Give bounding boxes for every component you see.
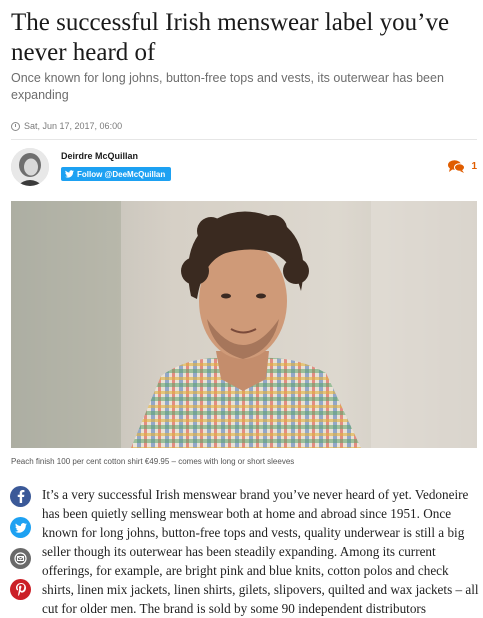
comments-link[interactable]: 1 (448, 160, 477, 173)
article-headline: The successful Irish menswear label you’… (11, 9, 450, 66)
twitter-bird-icon (65, 170, 74, 178)
article-body-paragraph: It’s a very successful Irish menswear br… (42, 487, 479, 616)
follow-twitter-button[interactable]: Follow @DeeMcQuillan (61, 167, 172, 181)
author-avatar[interactable] (11, 148, 49, 186)
photo-caption: Peach finish 100 per cent cotton shirt €… (11, 457, 295, 466)
facebook-share-button[interactable] (10, 486, 31, 507)
comments-icon (448, 160, 466, 173)
divider (11, 139, 477, 140)
twitter-icon (14, 522, 27, 533)
twitter-share-button[interactable] (10, 517, 31, 538)
author-name[interactable]: Deirdre McQuillan (61, 151, 138, 161)
pinterest-share-button[interactable] (10, 579, 31, 600)
comment-count: 1 (471, 161, 477, 172)
publish-date: Sat, Jun 17, 2017, 06:00 (11, 121, 122, 131)
follow-button-label: Follow @DeeMcQuillan (77, 169, 166, 179)
email-share-button[interactable] (10, 548, 31, 569)
share-bar (10, 486, 32, 610)
email-icon (14, 552, 27, 565)
facebook-icon (17, 490, 24, 503)
pinterest-icon (15, 583, 26, 596)
author-block: Deirdre McQuillan Follow @DeeMcQuillan 1 (11, 148, 477, 192)
publish-date-text: Sat, Jun 17, 2017, 06:00 (24, 121, 123, 131)
article-photo (11, 201, 477, 448)
article-standfirst: Once known for long johns, button-free t… (11, 71, 444, 102)
clock-icon (11, 121, 20, 131)
